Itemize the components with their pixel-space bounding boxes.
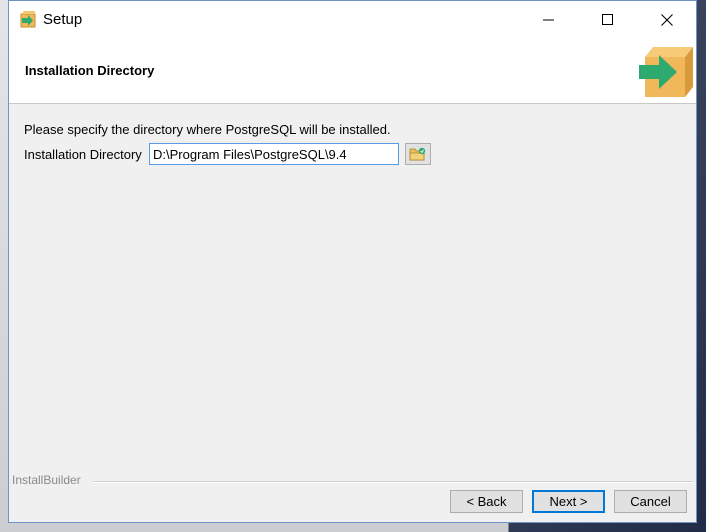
maximize-button[interactable] — [585, 1, 631, 39]
cancel-button[interactable]: Cancel — [614, 490, 687, 513]
installation-directory-input[interactable] — [149, 143, 399, 165]
folder-browse-icon — [409, 147, 426, 161]
title-bar[interactable]: Setup — [9, 1, 696, 39]
installbuilder-brand: InstallBuilder — [12, 473, 83, 487]
close-button[interactable] — [644, 1, 690, 39]
installer-box-arrow-icon — [20, 11, 36, 28]
browse-folder-button[interactable] — [405, 143, 431, 165]
back-button[interactable]: < Back — [450, 490, 523, 513]
minimize-icon — [543, 19, 554, 21]
page-header: Installation Directory — [9, 39, 696, 104]
window-title: Setup — [43, 11, 83, 28]
minimize-button[interactable] — [526, 1, 572, 39]
footer-divider — [93, 481, 693, 483]
page-title: Installation Directory — [25, 63, 155, 78]
installation-directory-label: Installation Directory — [24, 147, 142, 162]
setup-window: Setup Installation Directory Please spec… — [8, 0, 697, 523]
instruction-text: Please specify the directory where Postg… — [24, 122, 391, 137]
next-button[interactable]: Next > — [532, 490, 605, 513]
content-area: Please specify the directory where Postg… — [9, 104, 696, 476]
installer-box-arrow-icon — [639, 47, 693, 97]
close-icon — [661, 14, 673, 26]
maximize-icon — [602, 14, 613, 25]
